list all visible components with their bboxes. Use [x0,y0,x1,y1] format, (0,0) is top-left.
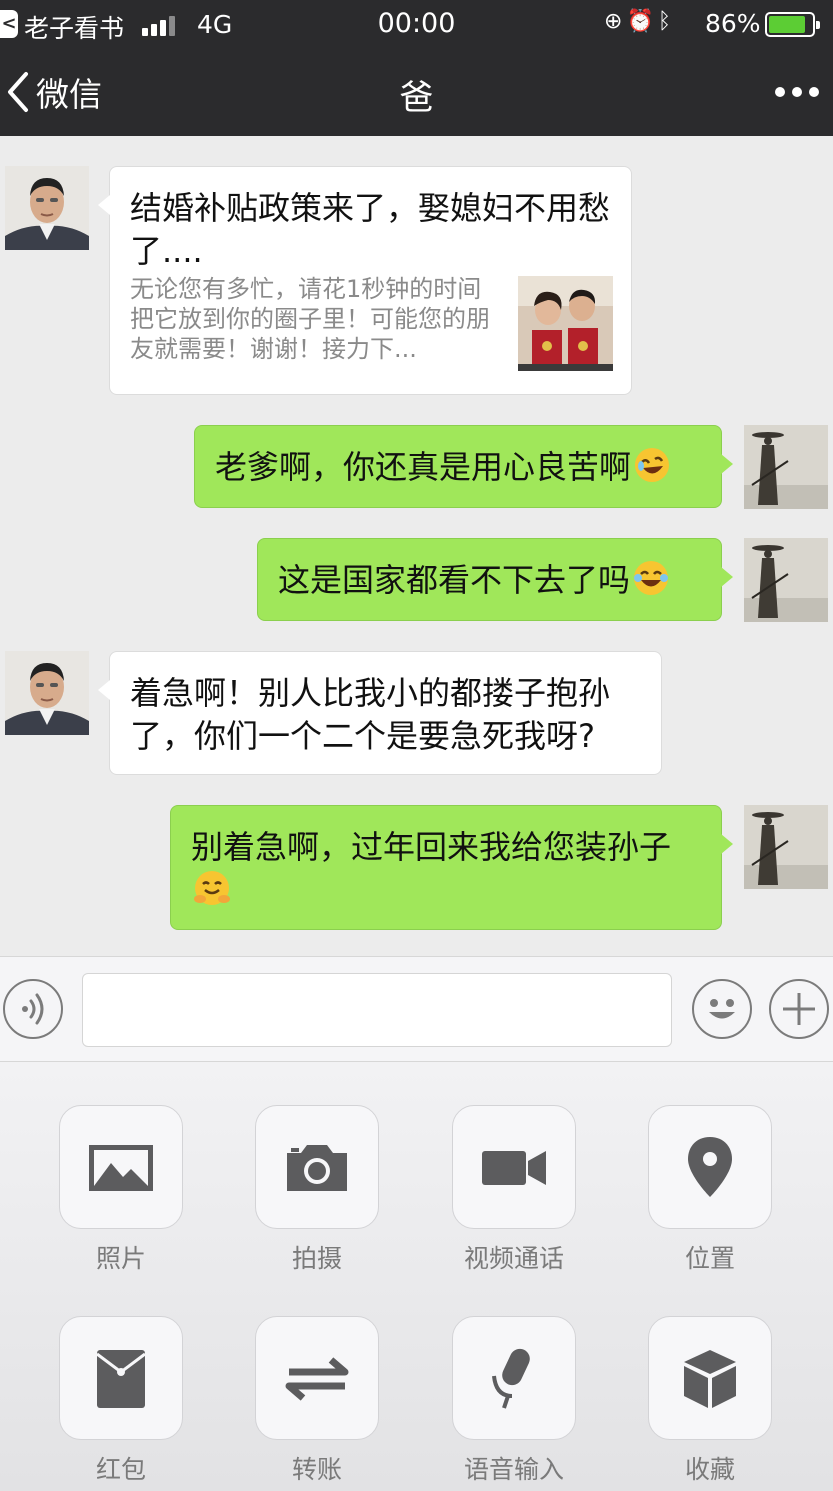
panel-label: 红包 [95,1455,146,1484]
voice-icon [22,993,44,1025]
panel-tile[interactable] [452,1316,576,1440]
rotation-lock-icon: ⊕ [604,9,627,34]
status-bar: < 老子看书 4G 00:00 ⊕⏰ᛒ 86% [0,0,833,50]
panel-item-red-packet[interactable]: 红包 [59,1316,183,1486]
more-options-button[interactable] [775,70,819,114]
panel-tile[interactable] [59,1105,183,1229]
tears-of-joy-emoji-icon [634,561,669,595]
panel-label: 收藏 [684,1455,735,1484]
panel-label: 转账 [291,1455,342,1484]
message-link-card[interactable]: 结婚补贴政策来了，娶媳妇不用愁了.... 无论您有多忙，请花1秒钟的时间把它放到… [98,166,632,395]
alarm-icon: ⏰ [626,9,658,34]
more-dot [809,87,819,97]
dad-avatar-image [5,166,89,250]
panel-label: 语音输入 [463,1455,564,1484]
battery-percent: 86% [705,9,761,38]
self-avatar[interactable] [744,425,828,509]
battery-icon [765,12,820,37]
more-functions-button[interactable] [769,979,829,1039]
chat-header: 微信 爸 [0,50,833,136]
function-panel: 照片 拍摄 视频通话 位置 红包 转账 语音输入 收藏 [0,1062,833,1491]
panel-tile[interactable] [59,1316,183,1440]
panel-label: 视频通话 [463,1244,564,1273]
panel-tile[interactable] [648,1105,772,1229]
panel-item-favorites[interactable]: 收藏 [648,1316,772,1486]
chat-messages[interactable]: 结婚补贴政策来了，娶媳妇不用愁了.... 无论您有多忙，请花1秒钟的时间把它放到… [0,136,833,956]
panel-item-camera[interactable]: 拍摄 [255,1105,379,1275]
message-bubble-other[interactable]: 着急啊！别人比我小的都搂子抱孙了，你们一个二个是要急死我呀? [98,651,662,775]
panel-label: 照片 [95,1244,146,1273]
video-call-icon [482,1151,546,1185]
panel-item-voice-input[interactable]: 语音输入 [452,1316,576,1486]
favorites-icon [684,1350,736,1408]
bluetooth-icon: ᛒ [657,9,676,34]
microphone-icon [492,1348,530,1409]
photo-icon [89,1145,153,1191]
camera-icon [287,1145,347,1191]
message-text: 老爹啊，你还真是用心良苦啊 [215,448,632,486]
dad-avatar[interactable] [5,166,89,250]
link-title: 结婚补贴政策来了，娶媳妇不用愁了.... [130,189,611,270]
hugging-emoji-icon [194,871,230,905]
battery-fill [769,16,805,33]
panel-item-location[interactable]: 位置 [648,1105,772,1275]
chat-title: 爸 [399,78,434,118]
message-bubble-self[interactable]: 这是国家都看不下去了吗 [257,538,733,621]
link-description: 无论您有多忙，请花1秒钟的时间把它放到你的圈子里！可能您的朋友就需要！谢谢！接力… [130,275,490,363]
panel-label: 拍摄 [291,1244,342,1273]
panel-tile[interactable] [648,1316,772,1440]
self-avatar-image [744,538,828,622]
status-icons: ⊕⏰ᛒ [604,9,675,34]
voice-mode-button[interactable] [3,979,63,1039]
plus-icon [783,993,815,1025]
panel-item-transfer[interactable]: 转账 [255,1316,379,1486]
more-dot [792,87,802,97]
self-avatar[interactable] [744,805,828,889]
dad-avatar-image [5,651,89,735]
panel-tile[interactable] [255,1105,379,1229]
panel-item-photos[interactable]: 照片 [59,1105,183,1275]
link-thumbnail-image [518,276,613,371]
more-dots-icon [775,87,785,97]
panel-tile[interactable] [255,1316,379,1440]
self-avatar-image [744,425,828,509]
rolling-laughing-emoji-icon [635,448,670,482]
self-avatar-image [744,805,828,889]
panel-label: 位置 [684,1244,735,1273]
smiley-icon [709,999,735,1019]
red-packet-icon [96,1350,146,1408]
message-text: 着急啊！别人比我小的都搂子抱孙了，你们一个二个是要急死我呀? [130,674,611,755]
location-icon [688,1137,732,1197]
message-text: 这是国家都看不下去了吗 [278,561,631,599]
message-input-bar [0,956,833,1062]
message-bubble-self[interactable]: 别着急啊，过年回来我给您装孙子 [170,805,733,930]
panel-tile[interactable] [452,1105,576,1229]
dad-avatar[interactable] [5,651,89,735]
message-text: 别着急啊，过年回来我给您装孙子 [191,828,672,866]
message-bubble-self[interactable]: 老爹啊，你还真是用心良苦啊 [194,425,733,508]
panel-item-video-call[interactable]: 视频通话 [452,1105,576,1275]
message-input[interactable] [82,973,672,1047]
emoji-button[interactable] [692,979,752,1039]
link-thumbnail [518,276,613,371]
self-avatar[interactable] [744,538,828,622]
transfer-icon [285,1357,349,1401]
